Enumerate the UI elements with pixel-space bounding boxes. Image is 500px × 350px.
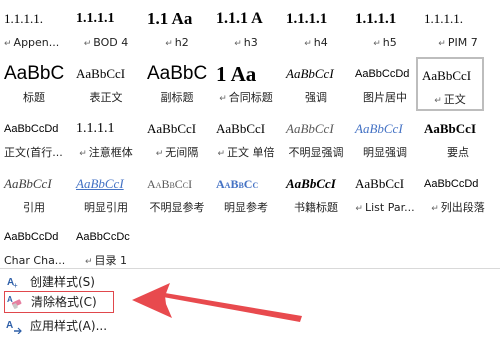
arrow-head (132, 283, 172, 318)
arrow-shaft (163, 293, 302, 322)
red-arrow-annotation (132, 283, 302, 322)
